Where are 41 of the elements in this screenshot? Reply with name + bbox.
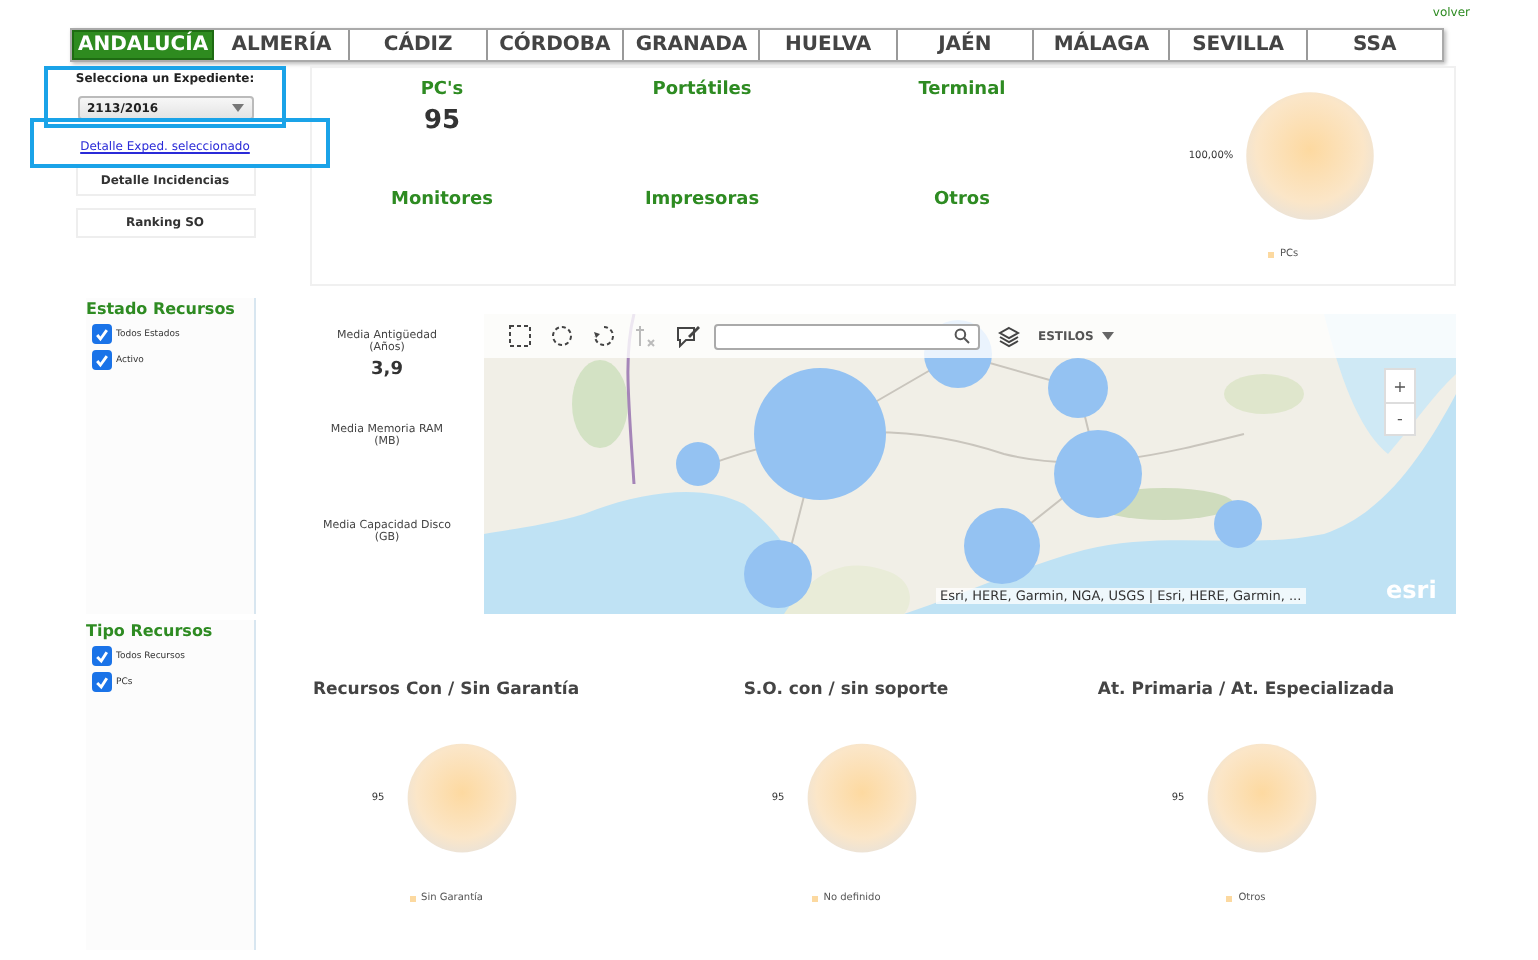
filter-title: Estado Recursos xyxy=(86,300,237,318)
caret-icon xyxy=(231,104,243,112)
region-tab[interactable]: MÁLAGA xyxy=(1034,30,1171,60)
checkbox[interactable] xyxy=(92,672,112,692)
filter-title: Tipo Recursos xyxy=(86,622,215,640)
chart-title: Recursos Con / Sin Garantía xyxy=(312,680,580,700)
pie-slice xyxy=(1208,743,1317,853)
caret-icon xyxy=(1101,332,1114,340)
circle-select-icon[interactable] xyxy=(550,324,574,348)
region-tab[interactable]: JAÉN xyxy=(897,30,1035,60)
chart-title: At. Primaria / At. Especializada xyxy=(1097,680,1395,700)
pie-slice xyxy=(808,743,917,853)
kpi-label: Monitores xyxy=(390,190,494,210)
search-field[interactable] xyxy=(714,323,980,349)
kpi-label: Terminal xyxy=(918,80,1006,100)
search-icon xyxy=(954,328,970,344)
kpi-label: Portátiles xyxy=(652,80,752,100)
region-tab[interactable]: SEVILLA xyxy=(1170,30,1308,60)
lasso-select-icon[interactable] xyxy=(592,324,616,348)
kpi-value: 95 xyxy=(423,106,461,136)
kpi-label: Impresoras xyxy=(644,190,760,210)
region-tab[interactable]: ALMERÍA xyxy=(214,30,351,60)
pie-slice xyxy=(408,743,517,853)
comment-edit-icon[interactable] xyxy=(676,324,702,348)
region-tab[interactable]: GRANADA xyxy=(624,30,761,60)
checkbox[interactable] xyxy=(92,350,112,370)
region-tab[interactable]: ANDALUCÍA xyxy=(72,30,215,60)
region-tab[interactable]: CÓRDOBA xyxy=(487,30,625,60)
kpi-label: PC's xyxy=(420,80,464,100)
layers-icon[interactable] xyxy=(998,325,1020,347)
pie-slice xyxy=(1245,92,1373,220)
stat-value: 3,9 xyxy=(371,360,403,380)
map-logo: esri xyxy=(1386,576,1437,604)
region-tab[interactable]: SSA xyxy=(1307,30,1443,60)
region-tab[interactable]: HUELVA xyxy=(760,30,898,60)
rectangle-select-icon[interactable] xyxy=(508,324,532,348)
chart-title: S.O. con / sin soporte xyxy=(743,680,949,700)
checkbox[interactable] xyxy=(92,324,112,344)
region-tab[interactable]: CÁDIZ xyxy=(350,30,488,60)
kpi-label: Otros xyxy=(934,190,990,210)
checkbox[interactable] xyxy=(92,646,112,666)
